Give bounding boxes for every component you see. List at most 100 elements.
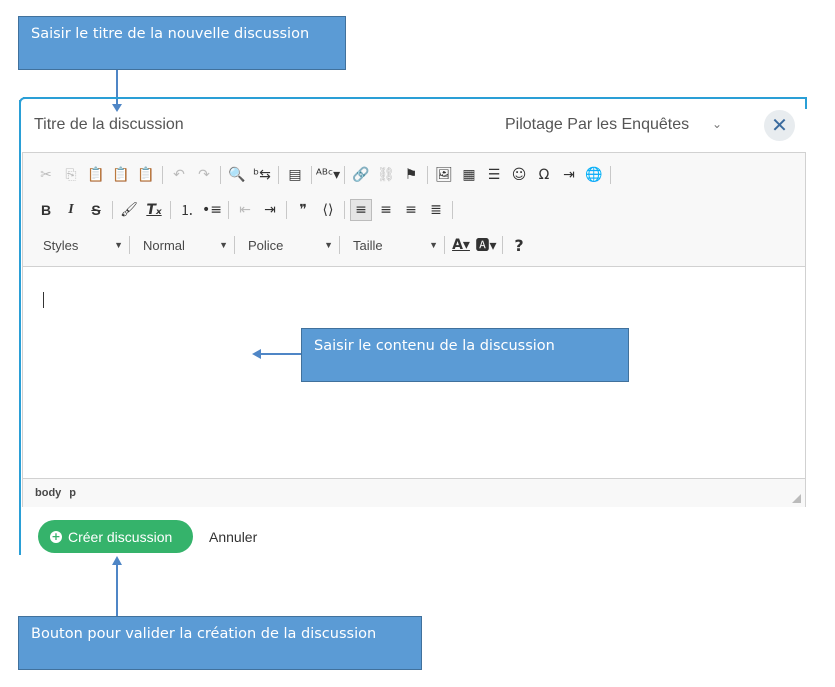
path-item-body[interactable]: body [35, 487, 61, 499]
title-hint-text: Saisir le titre de la nouvelle discussio… [31, 26, 310, 42]
format-combo[interactable]: Normal ▼ [135, 234, 232, 256]
div-container-icon[interactable]: ⟨⟩ [317, 199, 339, 221]
toolbar-separator [311, 166, 312, 184]
align-justify-icon[interactable]: ≣ [425, 199, 447, 221]
bold-icon[interactable]: B [35, 199, 57, 221]
content-hint-arrow-head [252, 349, 261, 359]
redo-icon[interactable]: ↷ [193, 164, 215, 186]
panel-border-top [23, 97, 806, 99]
remove-format-icon[interactable]: Tₓ [143, 199, 165, 221]
element-path: body p [35, 487, 84, 499]
align-left-icon[interactable]: ≡ [350, 199, 372, 221]
toolbar-separator [220, 166, 221, 184]
smiley-icon[interactable]: ☺ [508, 164, 530, 186]
toolbar-separator [162, 166, 163, 184]
cut-icon[interactable]: ✂ [35, 164, 57, 186]
numbered-list-icon[interactable]: ⒈ [176, 199, 198, 221]
link-icon[interactable]: 🔗 [350, 164, 372, 186]
title-hint-callout: Saisir le titre de la nouvelle discussio… [18, 16, 346, 70]
toolbar-separator [502, 236, 503, 254]
create-discussion-label: Créer discussion [68, 528, 173, 545]
align-right-icon[interactable]: ≡ [400, 199, 422, 221]
panel-border-left [19, 100, 21, 555]
forum-select[interactable]: Pilotage Par les Enquêtes [505, 116, 689, 134]
table-icon[interactable]: ▦ [458, 164, 480, 186]
title-hint-arrow-head [112, 104, 122, 112]
replace-icon[interactable]: ᵇ⇆ [251, 164, 273, 186]
paste-word-icon[interactable]: 📋 [135, 164, 157, 186]
caret-down-icon: ▼ [219, 240, 228, 250]
caret-down-icon: ▼ [324, 240, 333, 250]
title-hint-arrow-line [116, 70, 118, 108]
format-combo-label: Normal [143, 237, 185, 253]
copy-icon[interactable]: ⎘ [60, 164, 82, 186]
button-hint-arrow-line [116, 564, 118, 616]
toolbar-separator [129, 236, 130, 254]
caret-down-icon: ▼ [114, 240, 123, 250]
page-break-icon[interactable]: ⇥ [558, 164, 580, 186]
text-color-icon[interactable]: A▾ [450, 234, 472, 256]
content-hint-text: Saisir le contenu de la discussion [314, 338, 555, 354]
horizontal-rule-icon[interactable]: ☰ [483, 164, 505, 186]
toolbar-separator [452, 201, 453, 219]
editor-statusbar: body p [23, 478, 805, 507]
align-center-icon[interactable]: ≡ [375, 199, 397, 221]
toolbar-row-3: Styles ▼ Normal ▼ Police ▼ Taille ▼ A▾ 🅰▾? [35, 232, 533, 258]
path-item-p[interactable]: p [69, 487, 76, 499]
bg-color-icon[interactable]: 🅰▾ [475, 234, 497, 256]
paste-icon[interactable]: 📋 [85, 164, 107, 186]
font-combo[interactable]: Police ▼ [240, 234, 337, 256]
copy-format-icon[interactable]: 🖌 [118, 199, 140, 221]
caret-down-icon: ▼ [429, 240, 438, 250]
toolbar-separator [278, 166, 279, 184]
styles-combo[interactable]: Styles ▼ [35, 234, 127, 256]
styles-combo-label: Styles [43, 237, 79, 253]
size-combo[interactable]: Taille ▼ [345, 234, 442, 256]
toolbar-separator [112, 201, 113, 219]
toolbar-row-1: ✂ ⎘ 📋 📋 📋 ↶ ↷ 🔍 ᵇ⇆ ▤ ᴬᴮᶜ▾ 🔗 ⛓ ⚑ 🖼 ▦ ☰ ☺ Ω ⇥ 🌐 [35, 162, 616, 188]
select-all-icon[interactable]: ▤ [284, 164, 306, 186]
blockquote-icon[interactable]: ❞ [292, 199, 314, 221]
outdent-icon[interactable]: ⇤ [234, 199, 256, 221]
resize-handle-icon[interactable] [792, 494, 801, 503]
discussion-title-input[interactable]: Titre de la discussion [34, 116, 184, 134]
indent-icon[interactable]: ⇥ [259, 199, 281, 221]
iframe-icon[interactable]: 🌐 [583, 164, 605, 186]
unlink-icon[interactable]: ⛓ [375, 164, 397, 186]
font-combo-label: Police [248, 237, 284, 253]
toolbar-row-2: B I S 🖌 Tₓ ⒈ •≡ ⇤ ⇥ ❞ ⟨⟩ ≡ ≡ ≡ ≣ [35, 197, 458, 223]
image-icon[interactable]: 🖼 [433, 164, 455, 186]
button-hint-text: Bouton pour valider la création de la di… [31, 626, 377, 642]
toolbar-separator [610, 166, 611, 184]
toolbar-separator [234, 236, 235, 254]
undo-icon[interactable]: ↶ [168, 164, 190, 186]
cancel-link[interactable]: Annuler [209, 529, 257, 545]
toolbar-separator [444, 236, 445, 254]
strike-icon[interactable]: S [85, 199, 107, 221]
chevron-down-icon[interactable]: ⌄ [712, 117, 722, 131]
special-char-icon[interactable]: Ω [533, 164, 555, 186]
toolbar-separator [228, 201, 229, 219]
create-discussion-button[interactable]: + Créer discussion [38, 520, 193, 553]
find-icon[interactable]: 🔍 [226, 164, 248, 186]
content-hint-callout: Saisir le contenu de la discussion [301, 328, 629, 382]
close-button[interactable]: ✕ [764, 110, 795, 141]
toolbar-separator [286, 201, 287, 219]
anchor-icon[interactable]: ⚑ [400, 164, 422, 186]
panel-border-right [805, 97, 807, 109]
button-hint-callout: Bouton pour valider la création de la di… [18, 616, 422, 670]
toolbar-separator [339, 236, 340, 254]
bulleted-list-icon[interactable]: •≡ [201, 199, 223, 221]
toolbar-separator [170, 201, 171, 219]
paste-text-icon[interactable]: 📋 [110, 164, 132, 186]
content-hint-arrow-line [260, 353, 301, 355]
help-icon[interactable]: ? [508, 234, 530, 256]
size-combo-label: Taille [353, 237, 383, 253]
toolbar-separator [427, 166, 428, 184]
italic-icon[interactable]: I [60, 199, 82, 221]
toolbar-separator [344, 201, 345, 219]
toolbar-separator [344, 166, 345, 184]
editor-toolbar: ✂ ⎘ 📋 📋 📋 ↶ ↷ 🔍 ᵇ⇆ ▤ ᴬᴮᶜ▾ 🔗 ⛓ ⚑ 🖼 ▦ ☰ ☺ Ω ⇥ 🌐 B I S 🖌 Tₓ ⒈ •≡ ⇤ ⇥ ❞ ⟨⟩… [23, 153, 805, 267]
spellcheck-icon[interactable]: ᴬᴮᶜ▾ [316, 164, 340, 186]
plus-circle-icon: + [50, 530, 62, 543]
